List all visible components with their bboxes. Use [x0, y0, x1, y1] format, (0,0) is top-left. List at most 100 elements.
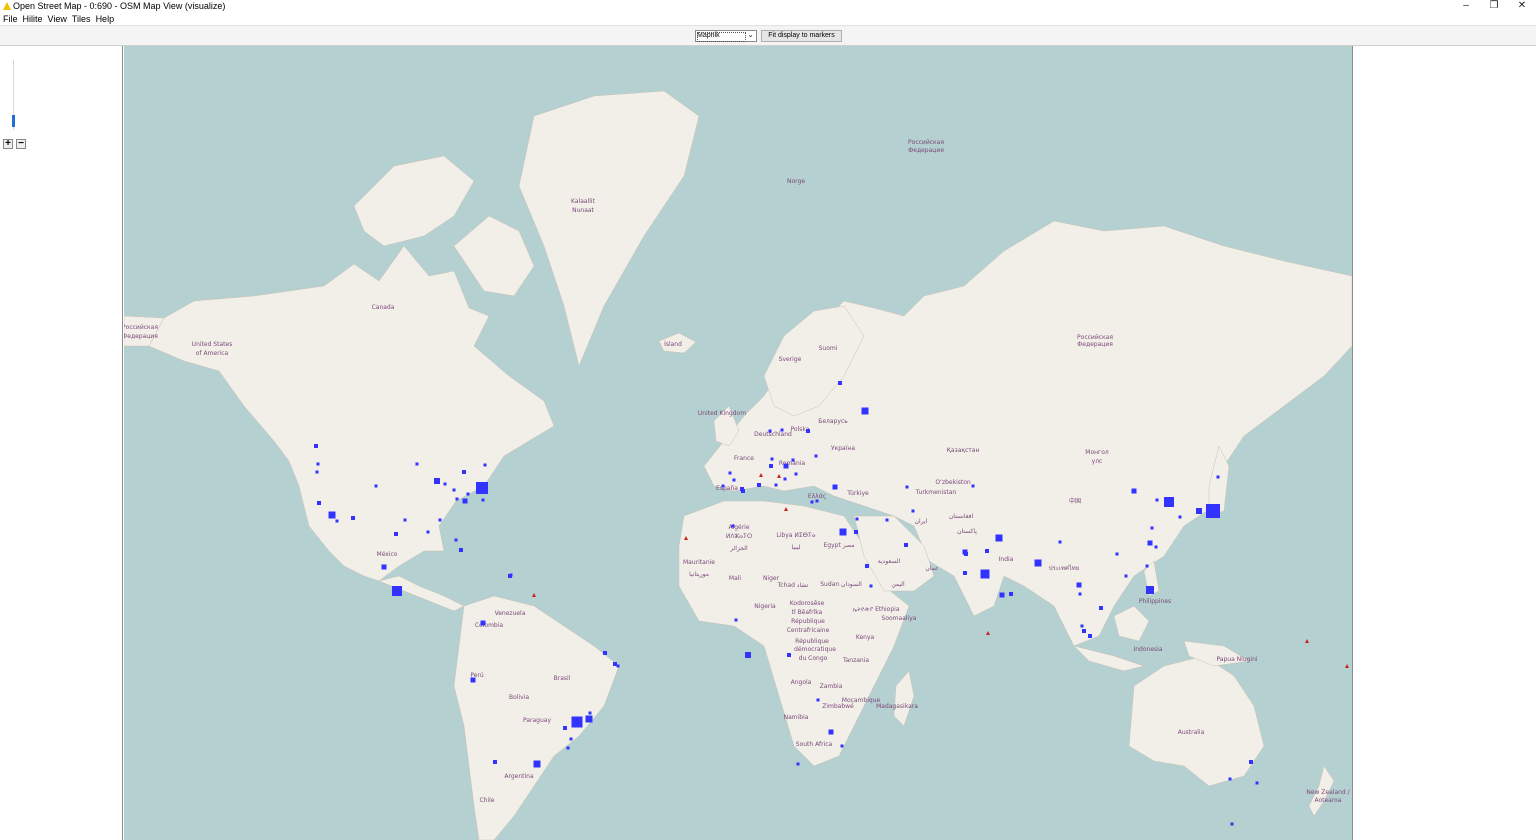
map-marker[interactable] [731, 524, 735, 528]
map-marker[interactable] [381, 564, 387, 570]
map-marker[interactable] [971, 484, 975, 488]
map-marker[interactable] [452, 488, 456, 492]
map-marker[interactable] [1115, 552, 1119, 556]
map-marker[interactable] [315, 470, 319, 474]
map-marker[interactable] [571, 716, 583, 728]
map-marker[interactable] [317, 501, 321, 505]
map-marker[interactable] [980, 569, 990, 579]
map-triangle-marker[interactable] [1305, 639, 1309, 643]
map-marker[interactable] [481, 498, 485, 502]
map-marker[interactable] [438, 518, 442, 522]
tile-source-select[interactable]: Mapnik ⌄ [695, 30, 757, 42]
map-marker[interactable] [1131, 488, 1137, 494]
map-marker[interactable] [415, 462, 419, 466]
map-marker[interactable] [1088, 634, 1092, 638]
map-marker[interactable] [721, 484, 725, 488]
map-marker[interactable] [995, 534, 1003, 542]
map-marker[interactable] [745, 652, 751, 658]
map-marker[interactable] [1216, 475, 1220, 479]
map-marker[interactable] [566, 746, 570, 750]
map-marker[interactable] [1154, 545, 1158, 549]
map-marker[interactable] [999, 592, 1005, 598]
map-marker[interactable] [905, 485, 909, 489]
map-marker[interactable] [806, 429, 810, 433]
map-marker[interactable] [493, 760, 497, 764]
map-marker[interactable] [394, 532, 398, 536]
map-canvas[interactable]: Kalaallit Nunaat Canada United States of Ame… [124, 46, 1352, 840]
map-triangle-marker[interactable] [532, 593, 536, 597]
restore-button[interactable]: ❐ [1480, 0, 1508, 13]
map-marker[interactable] [780, 428, 784, 432]
map-view[interactable]: Kalaallit Nunaat Canada United States of Ame… [124, 46, 1352, 840]
map-marker[interactable] [454, 538, 458, 542]
map-marker[interactable] [1080, 624, 1084, 628]
map-marker[interactable] [509, 573, 513, 577]
map-marker[interactable] [1150, 526, 1154, 530]
map-marker[interactable] [328, 511, 336, 519]
map-marker[interactable] [832, 484, 838, 490]
menu-hilite[interactable]: Hilite [23, 13, 43, 25]
map-marker[interactable] [770, 457, 774, 461]
map-marker[interactable] [1145, 564, 1149, 568]
map-marker[interactable] [459, 548, 463, 552]
map-marker[interactable] [734, 618, 738, 622]
map-marker[interactable] [462, 498, 468, 504]
map-marker[interactable] [787, 653, 791, 657]
map-marker[interactable] [335, 519, 339, 523]
map-marker[interactable] [757, 483, 761, 487]
map-marker[interactable] [569, 737, 573, 741]
map-marker[interactable] [854, 530, 858, 534]
map-marker[interactable] [1124, 574, 1128, 578]
map-marker[interactable] [483, 463, 487, 467]
map-marker[interactable] [443, 482, 447, 486]
map-marker[interactable] [588, 711, 592, 715]
menu-file[interactable]: File [3, 13, 18, 25]
map-triangle-marker[interactable] [986, 631, 990, 635]
map-marker[interactable] [563, 726, 567, 730]
map-marker[interactable] [351, 516, 355, 520]
map-marker[interactable] [434, 478, 440, 484]
zoom-in-button[interactable]: + [3, 139, 13, 149]
map-marker[interactable] [791, 458, 795, 462]
map-marker[interactable] [470, 677, 476, 683]
map-marker[interactable] [816, 698, 820, 702]
map-marker[interactable] [1230, 822, 1234, 826]
fit-to-markers-button[interactable]: Fit display to markers [761, 30, 842, 42]
map-marker[interactable] [484, 488, 488, 492]
map-marker[interactable] [838, 381, 842, 385]
menu-tiles[interactable]: Tiles [72, 13, 91, 25]
map-marker[interactable] [774, 483, 778, 487]
map-marker[interactable] [962, 549, 968, 555]
map-marker[interactable] [794, 472, 798, 476]
map-marker[interactable] [839, 528, 847, 536]
map-marker[interactable] [1249, 760, 1253, 764]
map-marker[interactable] [904, 543, 908, 547]
map-marker[interactable] [1255, 781, 1259, 785]
map-marker[interactable] [810, 500, 814, 504]
map-marker[interactable] [1196, 508, 1202, 514]
map-marker[interactable] [1147, 540, 1153, 546]
zoom-slider-thumb[interactable] [12, 115, 15, 127]
map-marker[interactable] [426, 530, 430, 534]
map-marker[interactable] [1228, 777, 1232, 781]
map-marker[interactable] [403, 518, 407, 522]
map-marker[interactable] [828, 729, 834, 735]
map-marker[interactable] [1155, 498, 1159, 502]
map-marker[interactable] [861, 407, 869, 415]
map-marker[interactable] [533, 760, 541, 768]
menu-view[interactable]: View [48, 13, 67, 25]
map-marker[interactable] [865, 564, 869, 568]
map-marker[interactable] [963, 571, 967, 575]
map-marker[interactable] [840, 744, 844, 748]
map-marker[interactable] [455, 497, 459, 501]
map-marker[interactable] [885, 518, 889, 522]
map-marker[interactable] [1076, 582, 1082, 588]
map-marker[interactable] [796, 762, 800, 766]
map-marker[interactable] [1099, 606, 1103, 610]
map-marker[interactable] [985, 549, 989, 553]
map-marker[interactable] [815, 499, 819, 503]
map-marker[interactable] [732, 478, 736, 482]
map-marker[interactable] [769, 464, 773, 468]
close-button[interactable]: ✕ [1508, 0, 1536, 13]
map-marker[interactable] [603, 651, 607, 655]
